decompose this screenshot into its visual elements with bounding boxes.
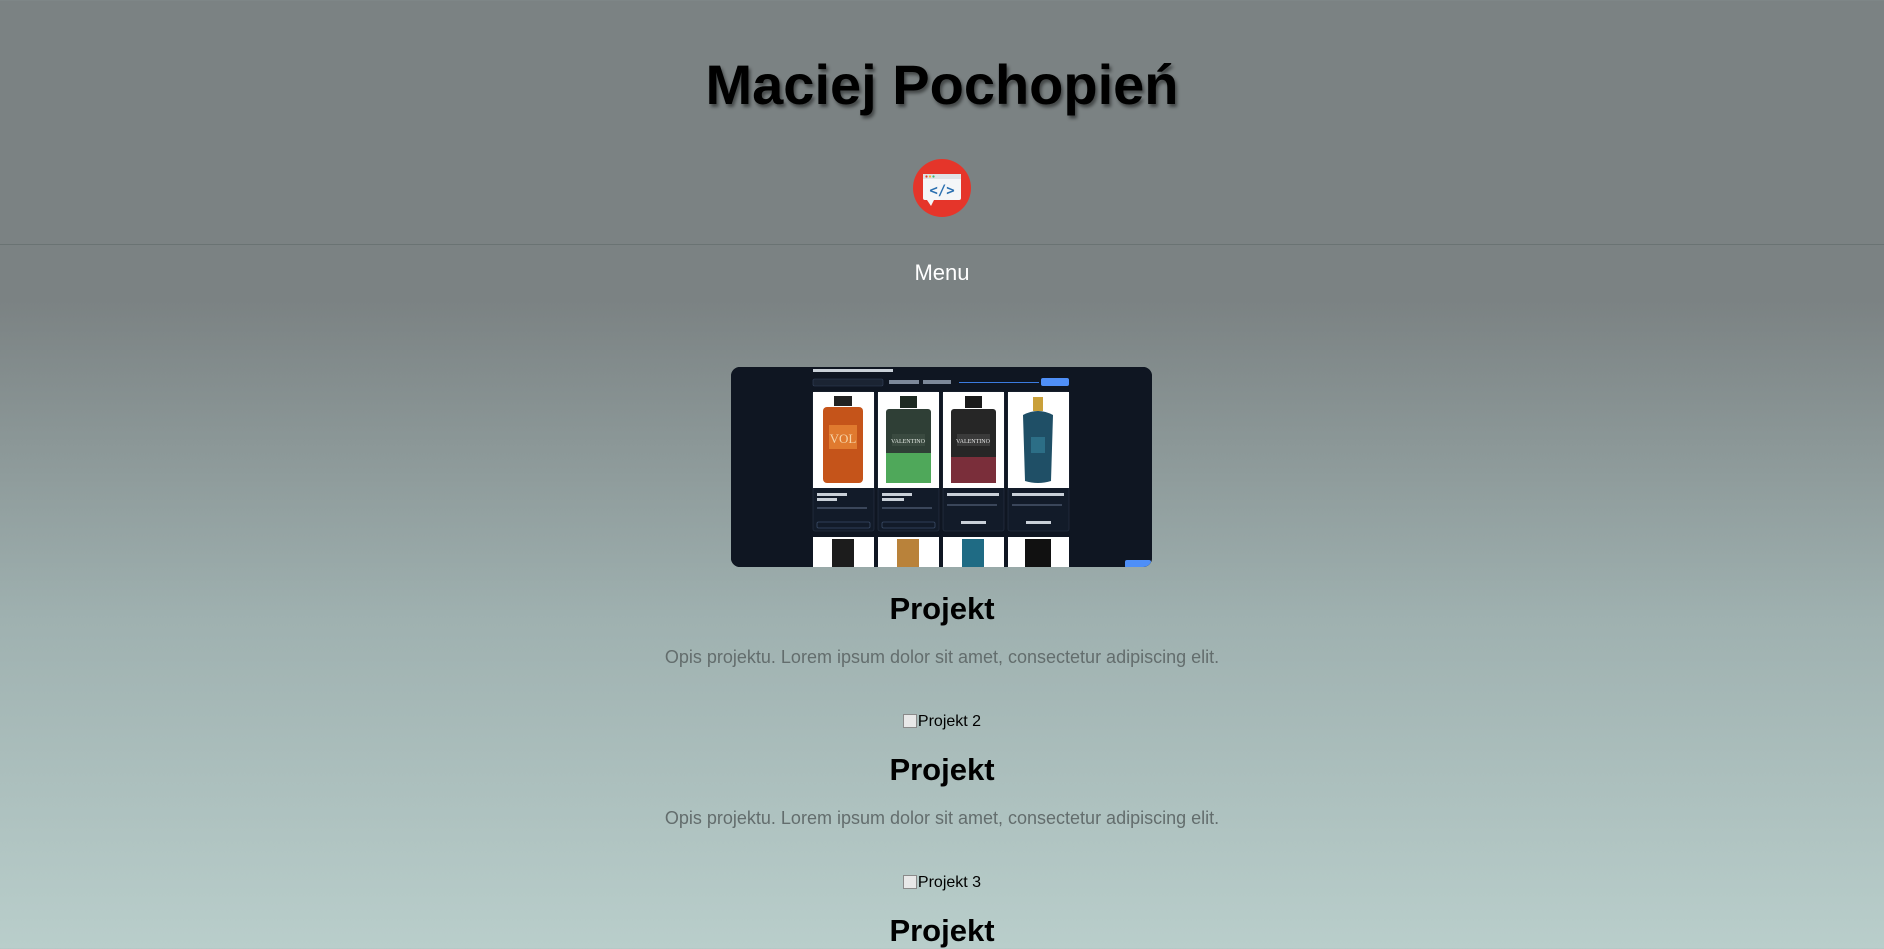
project-2: Projekt 2 bbox=[0, 712, 1884, 732]
project-3-image: Projekt 3 bbox=[0, 873, 1884, 893]
svg-text:VOL: VOL bbox=[830, 431, 857, 446]
project-3-title: Projekt bbox=[889, 913, 995, 948]
project-1-description: Opis projektu. Lorem ipsum dolor sit ame… bbox=[664, 647, 1220, 667]
site-header: Maciej Pochopień </> bbox=[0, 0, 1884, 245]
project-3: Projekt 3 bbox=[0, 873, 1884, 893]
perfume-shop-screenshot: VOL VALENTINO VALENTINO bbox=[731, 367, 1152, 567]
code-window-icon: </> bbox=[913, 159, 971, 217]
project-2-title: Projekt bbox=[889, 752, 995, 787]
broken-image-icon bbox=[902, 875, 917, 889]
site-title: Maciej Pochopień bbox=[705, 53, 1179, 116]
project-2-body: Projekt Opis projektu. Lorem ipsum dolor… bbox=[0, 750, 1884, 830]
project-3-image-alt: Projekt 3 bbox=[917, 874, 982, 891]
menu-button[interactable]: Menu bbox=[0, 258, 1884, 288]
svg-text:VALENTINO: VALENTINO bbox=[956, 439, 991, 445]
broken-image-icon bbox=[902, 714, 917, 728]
project-1: Projekt Opis projektu. Lorem ipsum dolor… bbox=[0, 589, 1884, 669]
svg-text:VALENTINO: VALENTINO bbox=[891, 439, 926, 445]
project-2-description: Opis projektu. Lorem ipsum dolor sit ame… bbox=[664, 808, 1220, 828]
project-2-image-alt: Projekt 2 bbox=[917, 713, 982, 730]
project-2-image: Projekt 2 bbox=[0, 712, 1884, 732]
project-3-body: Projekt bbox=[0, 911, 1884, 949]
project-1-title: Projekt bbox=[889, 591, 995, 626]
svg-text:</>: </> bbox=[929, 183, 954, 199]
project-1-image: VOL VALENTINO VALENTINO bbox=[731, 367, 1152, 567]
